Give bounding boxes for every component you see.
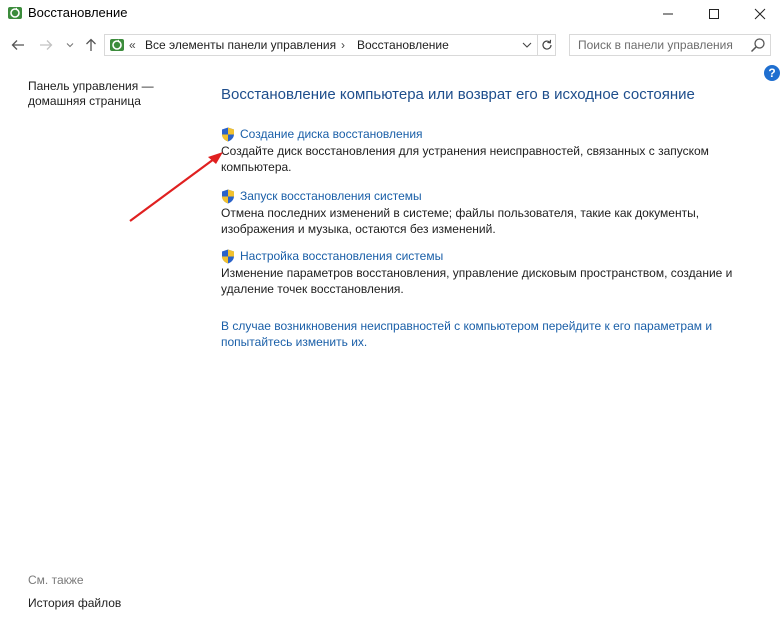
- window-title: Восстановление: [28, 5, 128, 20]
- recovery-app-icon: [8, 7, 22, 19]
- create-recovery-drive-label[interactable]: Создание диска восстановления: [240, 127, 423, 142]
- task-start-system-restore: Запуск восстановления системы Отмена пос…: [221, 189, 773, 237]
- minimize-button[interactable]: [645, 0, 691, 28]
- close-icon: [754, 8, 766, 20]
- address-dropdown-button[interactable]: [519, 37, 535, 53]
- arrow-left-icon: [11, 40, 24, 50]
- back-button[interactable]: [8, 34, 28, 56]
- red-annotation-arrow-icon: [129, 152, 223, 222]
- search-box[interactable]: [569, 34, 771, 56]
- see-also-label: См. также: [28, 573, 84, 587]
- start-system-restore-label[interactable]: Запуск восстановления системы: [240, 189, 422, 204]
- title-bar: Восстановление: [0, 0, 783, 30]
- create-recovery-drive-description: Создайте диск восстановления для устране…: [221, 144, 709, 174]
- file-history-link[interactable]: История файлов: [28, 596, 121, 610]
- configure-system-restore-link[interactable]: Настройка восстановления системы: [221, 249, 773, 264]
- help-button[interactable]: ?: [764, 65, 780, 81]
- uac-shield-icon: [222, 249, 234, 264]
- address-overflow[interactable]: «: [129, 38, 136, 52]
- address-bar[interactable]: « Все элементы панели управления › Восст…: [104, 34, 556, 56]
- arrow-up-icon: [86, 38, 96, 51]
- refresh-icon: [542, 39, 552, 50]
- chevron-down-icon: [522, 42, 532, 48]
- close-button[interactable]: [737, 0, 783, 28]
- task-create-recovery-drive: Создание диска восстановления Создайте д…: [221, 127, 773, 175]
- configure-system-restore-description: Изменение параметров восстановления, упр…: [221, 266, 733, 296]
- refresh-button[interactable]: [537, 35, 556, 55]
- go-to-settings-link[interactable]: В случае возникновения неисправностей с …: [221, 318, 741, 350]
- search-icon[interactable]: [750, 37, 766, 53]
- breadcrumb-recovery[interactable]: Восстановление: [357, 38, 449, 52]
- control-panel-home-link[interactable]: Панель управления — домашняя страница: [28, 79, 178, 109]
- maximize-button[interactable]: [691, 0, 737, 28]
- arrow-right-icon: [40, 40, 53, 50]
- create-recovery-drive-link[interactable]: Создание диска восстановления: [221, 127, 773, 142]
- page-title: Восстановление компьютера или возврат ег…: [221, 86, 695, 103]
- up-button[interactable]: [82, 34, 100, 56]
- start-system-restore-description: Отмена последних изменений в системе; фа…: [221, 206, 700, 236]
- chevron-down-icon: [66, 43, 74, 48]
- navigation-bar: « Все элементы панели управления › Восст…: [0, 32, 783, 58]
- search-input[interactable]: [570, 35, 754, 55]
- recent-locations-button[interactable]: [64, 34, 76, 56]
- maximize-icon: [709, 9, 719, 19]
- forward-button[interactable]: [36, 34, 56, 56]
- minimize-icon: [663, 13, 673, 15]
- configure-system-restore-label[interactable]: Настройка восстановления системы: [240, 249, 443, 264]
- start-system-restore-link[interactable]: Запуск восстановления системы: [221, 189, 773, 204]
- breadcrumb-separator[interactable]: ›: [341, 38, 345, 52]
- task-configure-system-restore: Настройка восстановления системы Изменен…: [221, 249, 773, 297]
- breadcrumb-all-control-panel-items[interactable]: Все элементы панели управления: [145, 38, 336, 52]
- uac-shield-icon: [222, 127, 234, 142]
- control-panel-icon: [110, 39, 124, 51]
